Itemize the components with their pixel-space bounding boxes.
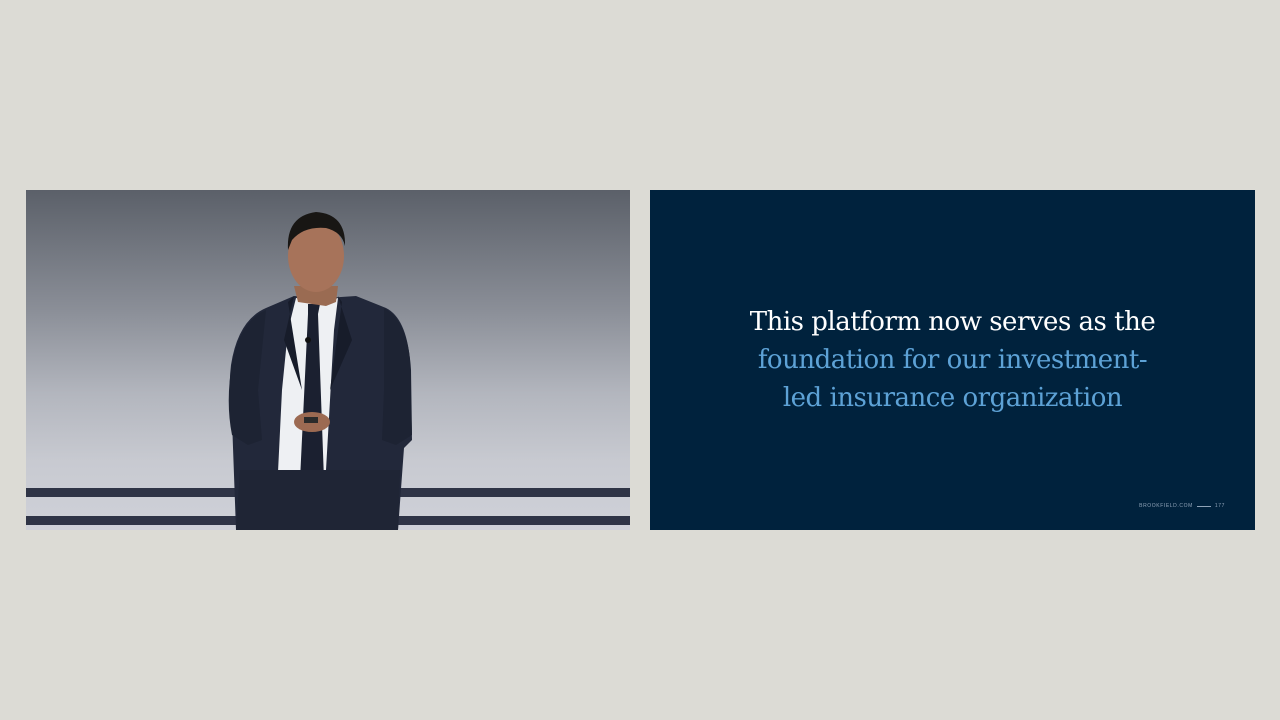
speaker-video-panel — [26, 190, 630, 530]
slide-footer-site: BROOKFIELD.COM — [1139, 503, 1193, 509]
slide-page-number: 177 — [1214, 503, 1225, 509]
speaker-figure — [228, 212, 412, 530]
presentation-slide: This platform now serves as the foundati… — [650, 190, 1255, 530]
presentation-stage: This platform now serves as the foundati… — [0, 0, 1280, 720]
slide-headline-line-2: foundation for our investment- — [757, 345, 1148, 375]
slide-headline: This platform now serves as the foundati… — [650, 303, 1255, 417]
slide-footer: BROOKFIELD.COM 177 — [1139, 503, 1225, 509]
slide-headline-line-3: led insurance organization — [782, 383, 1123, 413]
slide-headline-line-1: This platform now serves as the — [749, 307, 1156, 337]
slide-footer-divider — [1196, 505, 1211, 507]
